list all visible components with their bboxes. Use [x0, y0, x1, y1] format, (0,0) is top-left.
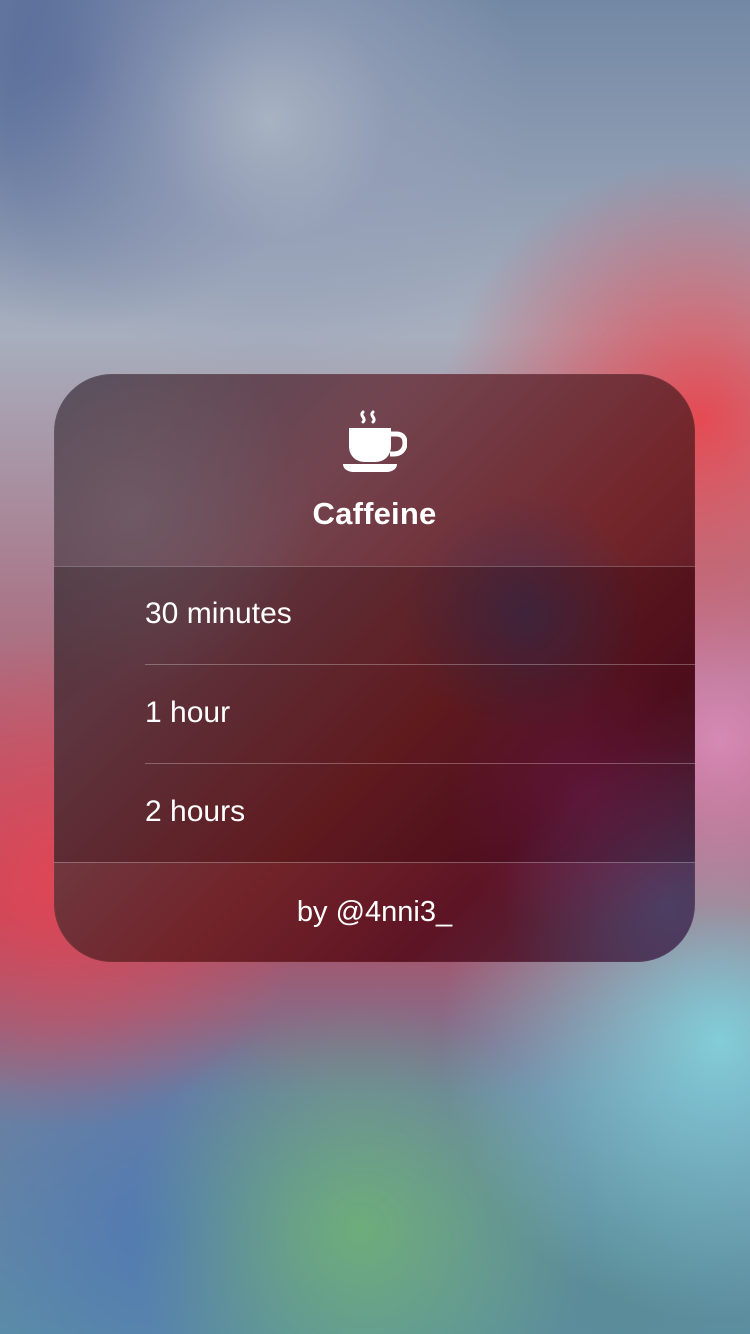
menu-item-30-minutes[interactable]: 30 minutes	[54, 566, 695, 665]
menu-item-label: 2 hours	[145, 795, 246, 828]
menu-item-2-hours[interactable]: 2 hours	[54, 764, 695, 863]
menu-footer: by @4nni3_	[54, 863, 695, 962]
menu-item-1-hour[interactable]: 1 hour	[54, 665, 695, 764]
menu-header: Caffeine	[54, 374, 695, 566]
caffeine-menu-card: Caffeine 30 minutes 1 hour 2 hours by @4…	[54, 374, 695, 962]
menu-item-label: 30 minutes	[145, 597, 292, 630]
author-credit: by @4nni3_	[296, 896, 453, 928]
coffee-cup-icon	[343, 410, 407, 472]
menu-title: Caffeine	[312, 496, 437, 531]
menu-item-label: 1 hour	[145, 696, 231, 729]
duration-options-list: 30 minutes 1 hour 2 hours	[54, 566, 695, 863]
